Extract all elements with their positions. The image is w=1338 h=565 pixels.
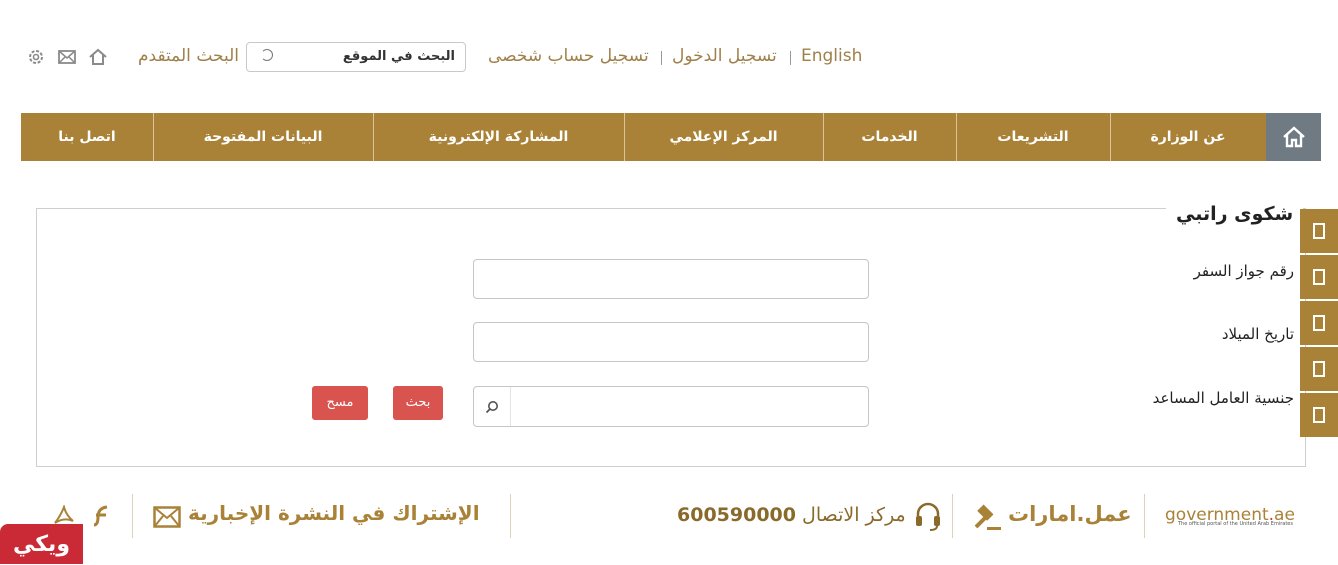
gavel-icon [973,503,1003,537]
wiki-watermark-logo: ويكي [0,524,83,564]
side-tab-icon [1313,269,1325,285]
birth-date-input[interactable] [473,322,869,362]
nav-item-e-participation[interactable]: المشاركة الإلكترونية [373,113,624,161]
passport-number-input[interactable] [473,259,869,299]
newsletter-subscribe-link[interactable]: الإشتراك في النشرة الإخبارية [188,501,480,525]
site-search-input[interactable]: البحث في الموقع [246,42,466,72]
advanced-search-link[interactable]: البحث المتقدم [138,46,239,66]
side-tab-icon [1313,361,1325,377]
nationality-label: جنسية العامل المساعد [1152,389,1294,407]
nationality-input[interactable] [473,386,869,427]
gear-icon[interactable] [26,47,46,67]
footer-divider [510,494,511,538]
nav-divider [1110,113,1111,161]
birth-date-label: تاريخ الميلاد [1221,325,1294,343]
mail-icon [153,506,181,532]
nav-divider [153,113,154,161]
search-button[interactable]: بحث [393,386,443,420]
footer-divider [1144,494,1145,538]
register-link[interactable]: تسجيل حساب شخصى [488,46,649,66]
home-icon[interactable] [88,47,108,67]
form-title: شكوى راتبي [1166,203,1304,225]
nav-item-contact[interactable]: اتصل بنا [21,113,153,161]
nav-divider [823,113,824,161]
nav-item-services[interactable]: الخدمات [823,113,956,161]
nav-item-media-center[interactable]: المركز الإعلامي [624,113,823,161]
nav-item-about[interactable]: عن الوزارة [1110,113,1266,161]
footer-divider [952,494,953,538]
nav-divider [624,113,625,161]
nav-item-open-data[interactable]: البيانات المفتوحة [153,113,373,161]
side-tab-icon [1313,407,1325,423]
contact-center[interactable]: 600590000 مركز الاتصال [677,504,906,526]
nav-divider [956,113,957,161]
home-icon [1282,126,1305,148]
top-separator [790,51,791,65]
search-placeholder: البحث في الموقع [342,49,455,64]
top-separator [661,51,662,65]
english-link[interactable]: English [801,46,862,66]
passport-number-label: رقم جواز السفر [1193,262,1294,280]
login-link[interactable]: تسجيل الدخول [672,46,777,66]
search-icon[interactable] [474,387,511,426]
contact-number: 600590000 [677,504,796,526]
flash-icon[interactable] [92,505,110,531]
side-tab-icon [1313,223,1325,239]
side-tab-3[interactable] [1300,301,1338,345]
nav-home-button[interactable] [1266,113,1321,161]
contact-label: مركز الاتصال [802,504,906,526]
side-tab-2[interactable] [1300,255,1338,299]
nav-divider [373,113,374,161]
loading-spinner-icon [261,49,273,61]
side-tab-1[interactable] [1300,209,1338,253]
main-nav: عن الوزارة التشريعات الخدمات المركز الإع… [21,113,1321,161]
amal-emarat-link[interactable]: عمل.امارات [1008,502,1132,526]
side-tab-icon [1313,315,1325,331]
side-tab-5[interactable] [1300,393,1338,437]
nav-item-legislation[interactable]: التشريعات [956,113,1110,161]
headset-icon [913,500,943,536]
gov-logo-subtitle: The official portal of the United Arab E… [1178,521,1293,527]
mail-icon[interactable] [57,47,77,67]
side-tab-4[interactable] [1300,347,1338,391]
clear-button[interactable]: مسح [312,386,368,420]
footer-divider [132,494,133,538]
